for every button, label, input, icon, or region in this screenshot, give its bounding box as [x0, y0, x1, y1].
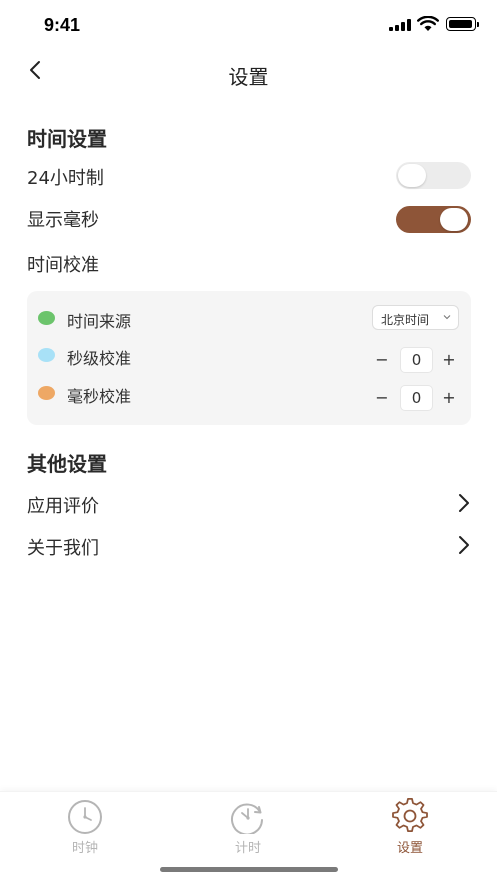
app-rating-item[interactable]: 应用评价	[27, 492, 99, 518]
tab-clock-label: 时钟	[71, 841, 98, 856]
calibration-label: 时间校准	[27, 255, 99, 276]
show-ms-toggle[interactable]	[396, 206, 471, 233]
cellular-signal-icon	[389, 19, 411, 31]
status-bar: 9:41	[0, 0, 497, 50]
millis-calibration-label: 毫秒校准	[67, 387, 132, 406]
about-us-item[interactable]: 关于我们	[27, 534, 99, 560]
clock-icon	[68, 800, 102, 834]
millis-dot	[38, 386, 55, 400]
calibration-card: 时间来源 北京时间 秒级校准 − 0 + 毫秒校准 − 0 +	[27, 291, 471, 425]
wifi-icon	[417, 16, 439, 31]
page-title: 设置	[228, 65, 269, 89]
show-ms-label: 显示毫秒	[27, 210, 99, 231]
time-source-value: 北京时间	[381, 313, 430, 327]
time-source-select[interactable]: 北京时间	[372, 305, 459, 330]
tab-settings-label: 设置	[396, 841, 423, 856]
other-settings-heading: 其他设置	[27, 452, 107, 476]
time-settings-heading: 时间设置	[27, 127, 107, 151]
source-dot	[38, 311, 55, 325]
millis-value-field[interactable]: 0	[400, 385, 433, 411]
home-indicator	[160, 867, 338, 872]
toggle-knob	[398, 164, 426, 187]
time-source-label: 时间来源	[67, 312, 132, 331]
chevron-right-icon[interactable]	[456, 493, 472, 513]
settings-screen: 9:41 设置 时间设置 24小时制 显示毫秒 时间校准 时间来源 北京时间 秒…	[0, 0, 497, 883]
status-time: 9:41	[44, 15, 81, 35]
tab-settings[interactable]: 设置	[360, 792, 460, 862]
tab-timer-label: 计时	[234, 841, 261, 856]
chevron-right-icon[interactable]	[456, 535, 472, 555]
tab-clock[interactable]: 时钟	[35, 792, 135, 862]
seconds-calibration-label: 秒级校准	[67, 349, 132, 368]
toggle-knob	[440, 208, 468, 231]
gear-icon	[392, 798, 428, 833]
seconds-decrement-button[interactable]: −	[372, 350, 392, 370]
seconds-dot	[38, 348, 55, 362]
battery-icon	[446, 17, 479, 31]
chevron-down-icon	[443, 315, 451, 320]
millis-decrement-button[interactable]: −	[372, 388, 392, 408]
millis-increment-button[interactable]: +	[439, 388, 459, 408]
hour24-toggle[interactable]	[396, 162, 471, 189]
tab-timer[interactable]: 计时	[198, 792, 298, 862]
seconds-increment-button[interactable]: +	[439, 350, 459, 370]
hour24-label: 24小时制	[27, 168, 104, 189]
seconds-value-field[interactable]: 0	[400, 347, 433, 373]
stopwatch-icon	[231, 803, 263, 834]
